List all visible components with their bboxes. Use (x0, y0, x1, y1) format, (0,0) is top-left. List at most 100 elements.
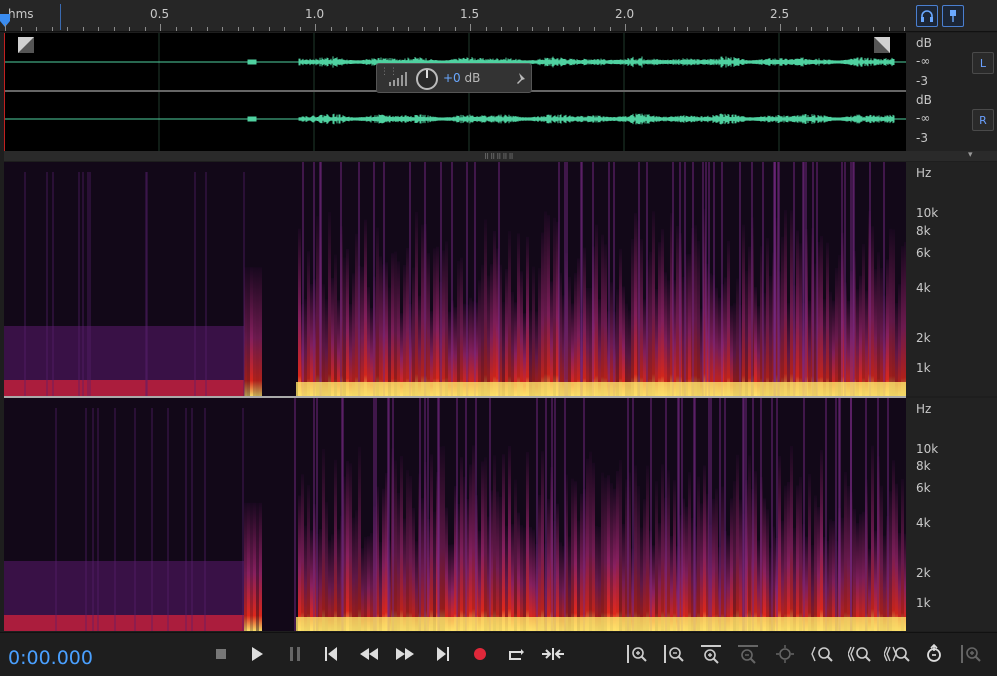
zoom-in-right-icon[interactable] (847, 643, 873, 665)
spectrogram-column (400, 455, 403, 631)
play-icon[interactable] (246, 643, 268, 665)
ruler-tick (129, 27, 130, 31)
spectrogram-column (436, 246, 439, 396)
zoom-out-full-icon[interactable] (735, 643, 761, 665)
rewind-icon[interactable] (358, 643, 380, 665)
spectrogram-transient (375, 398, 377, 631)
db-top-label: -∞ (916, 111, 931, 125)
spectrogram-column (736, 278, 739, 396)
spectrogram-column (544, 211, 547, 396)
pin-marker-icon[interactable] (942, 5, 964, 27)
ruler-tick (144, 27, 146, 31)
gain-knob-icon[interactable] (415, 67, 439, 91)
spectrogram-transient (627, 398, 629, 631)
spectrogram-transient (708, 162, 710, 396)
ruler-tick (5, 24, 6, 31)
spectral-display-left[interactable] (4, 162, 906, 396)
spectrogram-low-band (4, 615, 244, 631)
spectrogram-column (721, 486, 724, 631)
spectrogram-transient (805, 162, 807, 396)
spectrogram-column (301, 474, 304, 631)
zoom-to-selection-icon[interactable] (772, 643, 798, 665)
ruler-tick (160, 24, 161, 31)
zoom-in-left-icon[interactable] (810, 643, 836, 665)
spectrogram-column (832, 521, 835, 631)
channel-right-button[interactable]: R (972, 109, 994, 131)
spectrogram-column (862, 511, 865, 631)
zoom-out-time-icon[interactable] (884, 643, 910, 665)
record-icon[interactable] (469, 643, 491, 665)
spectrogram-column (886, 259, 889, 396)
hud-gain-control[interactable]: ⋮⋮ +0 dB (376, 63, 532, 93)
spectrogram-column (484, 219, 487, 396)
spectrogram-canvas[interactable] (4, 162, 906, 396)
spectrogram-column (304, 299, 307, 396)
spectrogram-transient (409, 162, 411, 396)
hz-label: 6k (916, 246, 931, 260)
ruler-tick (904, 27, 905, 31)
spectrogram-column (355, 510, 358, 631)
spectrogram-transient (705, 162, 707, 396)
time-ruler[interactable]: hms 0.5 1.0 1.5 2.0 2.5 (0, 0, 906, 32)
fade-in-handle-icon[interactable] (18, 37, 34, 53)
spectrogram-column (334, 459, 337, 631)
ruler-tick (749, 27, 750, 31)
splitter-grip-icon[interactable]: ⠿⠿⠿⠿⠿ (484, 153, 515, 161)
spectrogram-canvas[interactable] (4, 398, 906, 631)
spectrogram-column (730, 498, 733, 631)
spectrogram-column (361, 266, 364, 396)
view-splitter[interactable]: ⠿⠿⠿⠿⠿ ▾ (4, 150, 997, 161)
spectrogram-column (325, 299, 328, 396)
ruler-tick (408, 27, 409, 31)
spectrogram-column (733, 481, 736, 631)
zoom-out-amplitude-icon[interactable] (661, 643, 687, 665)
db-title: dB (916, 36, 932, 50)
chevron-down-icon[interactable]: ▾ (968, 150, 973, 160)
spectrogram-column (634, 213, 637, 396)
spectrogram-transient (440, 162, 442, 396)
skip-selection-icon[interactable] (542, 643, 564, 665)
fade-out-handle-icon[interactable] (874, 37, 890, 53)
ruler-tick (702, 27, 704, 31)
channel-left-button[interactable]: L (972, 52, 994, 74)
ruler-tick (501, 27, 502, 31)
spectrogram-transient (865, 398, 867, 631)
spectrogram-column (688, 254, 691, 396)
ruler-tick-label: 2.5 (770, 7, 790, 21)
zoom-reset-icon[interactable] (921, 643, 947, 665)
spectrogram-column (718, 297, 721, 396)
stop-icon[interactable] (210, 643, 232, 665)
ruler-tick (888, 27, 890, 31)
spectrogram-transient (793, 162, 795, 396)
gain-value: +0 (443, 71, 461, 85)
pin-hud-icon[interactable] (515, 72, 527, 86)
spectrogram-column (847, 485, 850, 631)
spectrogram-column (670, 535, 673, 631)
pause-icon[interactable] (284, 643, 306, 665)
spectrogram-transient (710, 398, 712, 631)
headphones-icon[interactable] (916, 5, 938, 27)
spectrogram-transient (489, 398, 491, 631)
ruler-tick (98, 27, 99, 31)
spectrogram-column (310, 284, 313, 396)
zoom-in-time-icon[interactable] (698, 643, 724, 665)
zoom-in-amplitude-icon[interactable] (624, 643, 650, 665)
move-to-next-icon[interactable] (432, 643, 454, 665)
db-title: dB (916, 93, 932, 107)
ruler-tick-label: 1.5 (460, 7, 480, 21)
loop-playback-icon[interactable] (505, 643, 527, 665)
hz-label: 4k (916, 516, 931, 530)
spectrogram-column (541, 451, 544, 631)
zoom-frequency-icon[interactable] (958, 643, 984, 665)
spectrogram-transient (564, 162, 566, 396)
fast-forward-icon[interactable] (394, 643, 416, 665)
move-to-previous-icon[interactable] (320, 643, 342, 665)
ruler-tick (346, 27, 347, 31)
spectrogram-column (892, 460, 895, 631)
spectrogram-transient (243, 172, 245, 396)
spectral-display-right[interactable] (4, 398, 906, 631)
time-display[interactable]: 0:00.000 (8, 647, 93, 669)
spectrogram-transient (194, 172, 196, 396)
spectrogram-column (259, 502, 262, 631)
ruler-tick (687, 27, 688, 31)
